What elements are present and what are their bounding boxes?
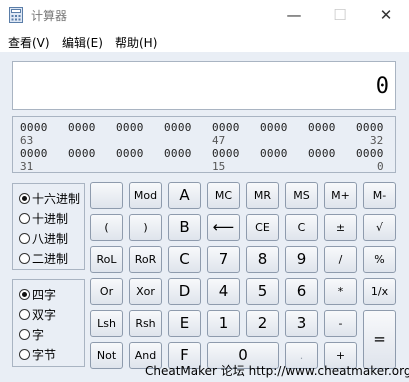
radio-dot [19,233,30,244]
radio-dot [19,349,30,360]
radio-dot [19,309,30,320]
menu-edit[interactable]: 编辑(E) [62,34,103,51]
lsh-button[interactable]: Lsh [90,310,123,337]
window-title: 计算器 [31,9,68,23]
minimize-button[interactable]: — [271,0,317,30]
close-paren-button[interactable]: ) [129,214,162,241]
bit-index: 32 [370,134,384,147]
digit-1-button[interactable]: 1 [207,310,240,337]
m-plus-button[interactable]: M+ [324,182,357,209]
multiply-button[interactable]: * [324,278,357,305]
radio-hex[interactable]: 十六进制 [19,190,83,207]
blank-button [90,182,123,209]
bit-nibble[interactable]: 0000 [308,147,336,160]
radio-byte[interactable]: 字节 [19,346,56,363]
menu-view[interactable]: 查看(V) [8,34,50,51]
bit-nibble[interactable]: 0000 [164,121,192,134]
radio-dot [19,329,30,340]
radio-oct[interactable]: 八进制 [19,230,68,247]
reciprocal-button[interactable]: 1/x [363,278,396,305]
result-display: 0 [12,61,396,110]
maximize-button: ☐ [333,6,347,24]
not-button[interactable]: Not [90,342,123,369]
hex-b-button[interactable]: B [168,214,201,241]
close-button[interactable]: ✕ [363,0,409,30]
radio-dot [19,213,30,224]
radio-dec[interactable]: 十进制 [19,210,68,227]
open-paren-button[interactable]: ( [90,214,123,241]
calculator-icon [9,7,23,23]
word-radio-group: 四字 双字 字 字节 [12,279,85,367]
digit-4-button[interactable]: 4 [207,278,240,305]
hex-a-button[interactable]: A [168,182,201,209]
digit-8-button[interactable]: 8 [246,246,279,273]
hex-e-button[interactable]: E [168,310,201,337]
hex-c-button[interactable]: C [168,246,201,273]
xor-button[interactable]: Xor [129,278,162,305]
bit-nibble[interactable]: 0000 [356,147,384,160]
bit-nibble[interactable]: 0000 [260,121,288,134]
radio-bin[interactable]: 二进制 [19,250,68,267]
or-button[interactable]: Or [90,278,123,305]
percent-button[interactable]: % [363,246,396,273]
radio-dot [19,253,30,264]
digit-9-button[interactable]: 9 [285,246,318,273]
bit-index: 0 [377,160,384,173]
mc-button[interactable]: MC [207,182,240,209]
title-bar: 计算器 — ☐ ✕ [0,0,409,30]
watermark-text: CheatMaker 论坛 http://www.cheatmaker.org/ [145,364,409,378]
radio-qword[interactable]: 四字 [19,286,56,303]
radio-dword[interactable]: 双字 [19,306,56,323]
ce-button[interactable]: CE [246,214,279,241]
mod-button[interactable]: Mod [129,182,162,209]
menu-bar: 查看(V) 编辑(E) 帮助(H) [0,30,409,52]
divide-button[interactable]: / [324,246,357,273]
bit-index: 15 [212,160,226,173]
base-radio-group: 十六进制 十进制 八进制 二进制 [12,183,85,270]
digit-6-button[interactable]: 6 [285,278,318,305]
rsh-button[interactable]: Rsh [129,310,162,337]
negate-button[interactable]: ± [324,214,357,241]
backspace-button[interactable]: ⟵ [207,214,240,241]
bit-nibble[interactable]: 0000 [164,147,192,160]
bit-index: 47 [212,134,226,147]
digit-7-button[interactable]: 7 [207,246,240,273]
bit-nibble[interactable]: 0000 [20,147,48,160]
digit-3-button[interactable]: 3 [285,310,318,337]
ror-button[interactable]: RoR [129,246,162,273]
rol-button[interactable]: RoL [90,246,123,273]
bit-nibble[interactable]: 0000 [356,121,384,134]
digit-5-button[interactable]: 5 [246,278,279,305]
sqrt-button[interactable]: √ [363,214,396,241]
menu-help[interactable]: 帮助(H) [115,34,157,51]
bit-index: 31 [20,160,34,173]
bit-nibble[interactable]: 0000 [116,121,144,134]
bit-nibble[interactable]: 0000 [212,147,240,160]
hex-d-button[interactable]: D [168,278,201,305]
radio-word[interactable]: 字 [19,326,44,343]
bit-nibble[interactable]: 0000 [260,147,288,160]
equals-button[interactable]: = [363,310,396,369]
mr-button[interactable]: MR [246,182,279,209]
bit-nibble[interactable]: 0000 [116,147,144,160]
bit-nibble[interactable]: 0000 [68,121,96,134]
bit-panel: 0000 0000 0000 0000 0000 0000 0000 0000 … [12,116,396,173]
radio-dot [19,289,30,300]
bit-nibble[interactable]: 0000 [20,121,48,134]
display-value: 0 [375,74,389,99]
subtract-button[interactable]: - [324,310,357,337]
bit-nibble[interactable]: 0000 [308,121,336,134]
bit-index: 63 [20,134,34,147]
digit-2-button[interactable]: 2 [246,310,279,337]
clear-button[interactable]: C [285,214,318,241]
m-minus-button[interactable]: M- [363,182,396,209]
bit-nibble[interactable]: 0000 [68,147,96,160]
bit-nibble[interactable]: 0000 [212,121,240,134]
radio-dot [19,193,30,204]
ms-button[interactable]: MS [285,182,318,209]
